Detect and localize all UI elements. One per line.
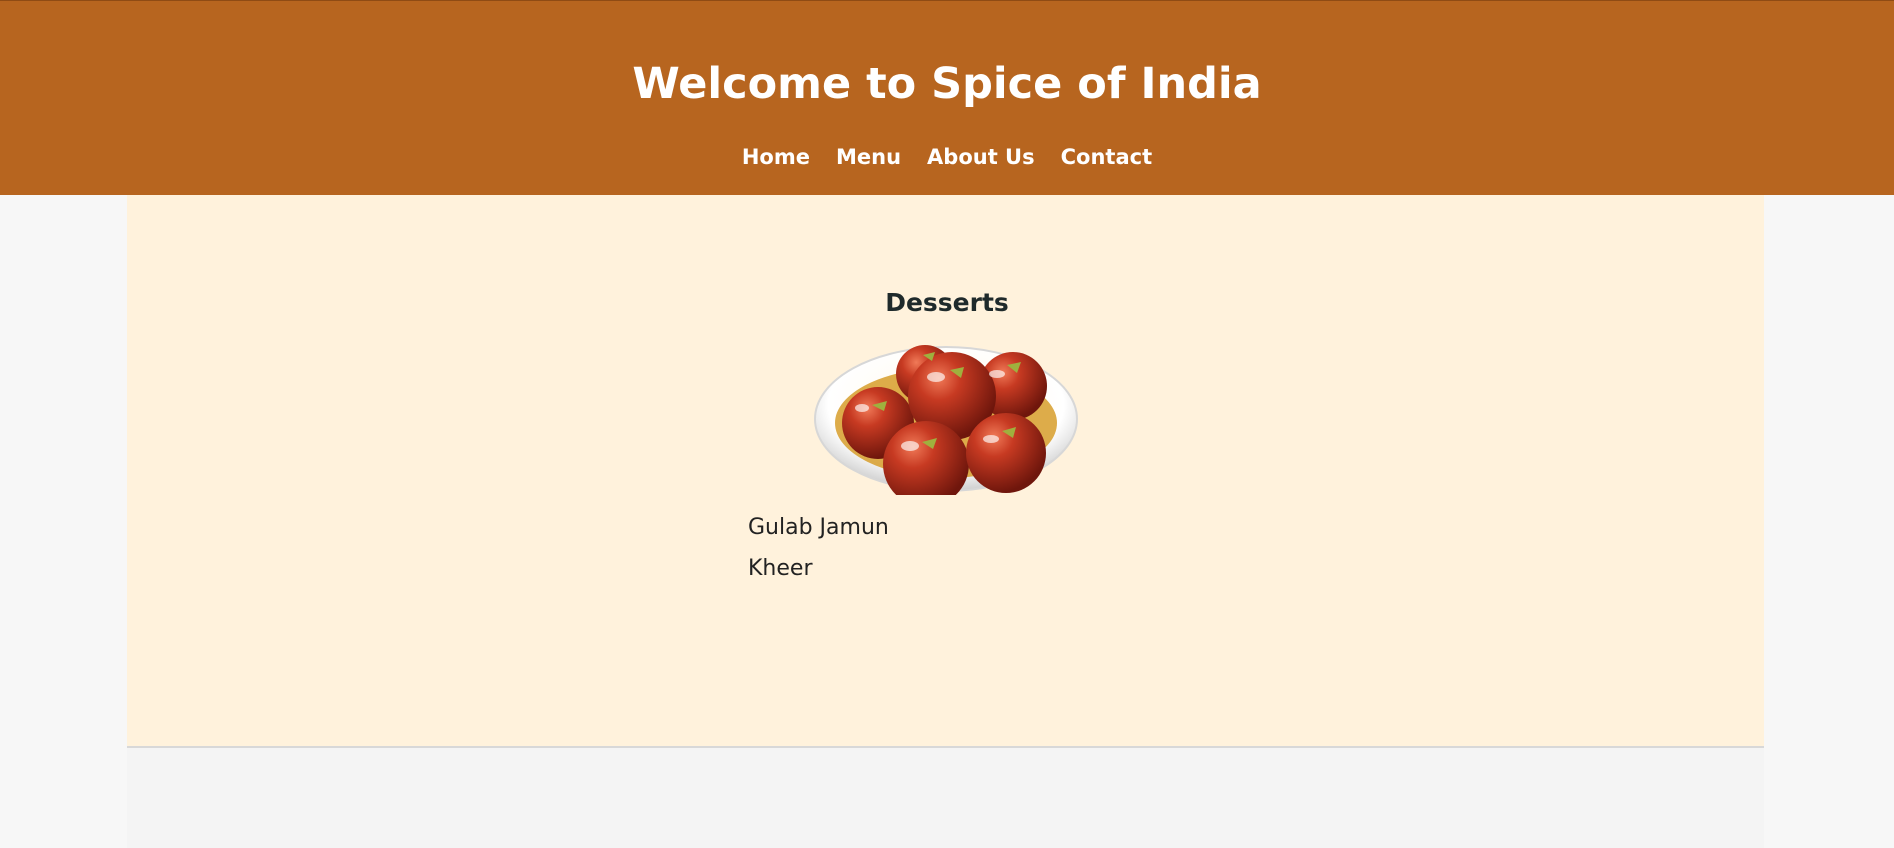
- nav-contact[interactable]: Contact: [1061, 143, 1153, 171]
- gulab-jamun-bowl-icon: [814, 345, 1078, 507]
- nav-menu[interactable]: Menu: [836, 143, 901, 171]
- desserts-list: Gulab Jamun Kheer: [748, 514, 889, 596]
- desserts-heading: Desserts: [885, 288, 1009, 317]
- gulab-jamun-image: [813, 343, 1079, 507]
- footer-panel: [127, 746, 1764, 848]
- menu-item-kheer: Kheer: [748, 556, 813, 581]
- main-nav: Home Menu About Us Contact: [0, 143, 1894, 171]
- menu-item-gulab-jamun: Gulab Jamun: [748, 515, 889, 540]
- site-header: Welcome to Spice of India Home Menu Abou…: [0, 0, 1894, 195]
- nav-about-us[interactable]: About Us: [927, 143, 1035, 171]
- restaurant-page: Chana Masala Welcome to Spice of India H…: [0, 0, 1894, 848]
- nav-home[interactable]: Home: [742, 143, 810, 171]
- site-title: Welcome to Spice of India: [632, 59, 1262, 109]
